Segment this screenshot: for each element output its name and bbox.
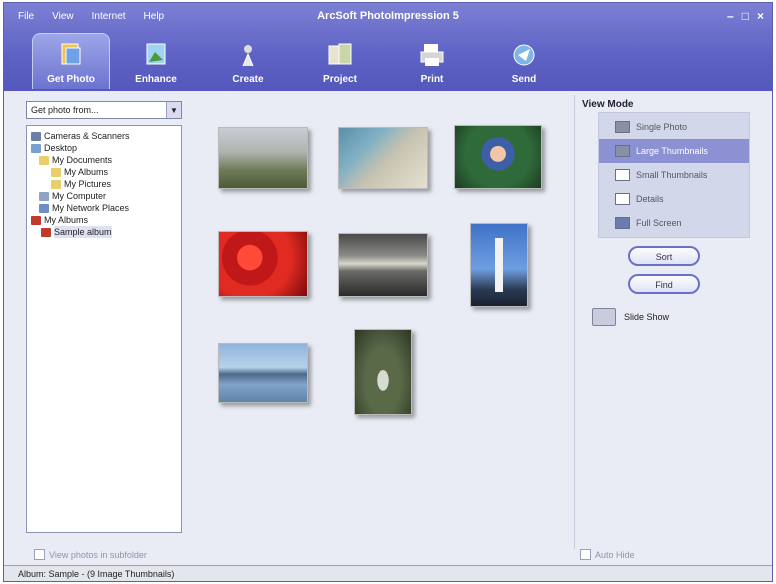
single-photo-icon — [615, 121, 630, 133]
auto-hide-checkbox[interactable] — [580, 549, 591, 560]
sort-button[interactable]: Sort — [628, 246, 700, 266]
subfolder-checkbox[interactable] — [34, 549, 45, 560]
large-thumbnails-icon — [615, 145, 630, 157]
create-button[interactable]: Create — [202, 33, 294, 89]
details-icon — [615, 193, 630, 205]
network-icon — [39, 203, 49, 213]
subfolder-option[interactable]: View photos in subfolder — [34, 549, 147, 560]
view-mode-small-thumbnails[interactable]: Small Thumbnails — [599, 163, 749, 187]
slide-show-label: Slide Show — [624, 312, 670, 322]
tree-item-sample-album[interactable]: Sample album — [29, 226, 179, 238]
thumbnail-grid — [188, 101, 568, 539]
tree-item-my-albums[interactable]: My Albums — [29, 214, 179, 226]
minimize-icon[interactable]: – — [727, 9, 734, 23]
photo-thumbnail[interactable] — [218, 127, 308, 189]
tree-item-desktop[interactable]: Desktop — [29, 142, 179, 154]
tree-item-my-documents[interactable]: My Documents — [29, 154, 179, 166]
print-label: Print — [420, 74, 444, 85]
full-screen-icon — [615, 217, 630, 229]
photo-thumbnail[interactable] — [470, 223, 528, 307]
album-icon — [31, 215, 41, 225]
print-icon — [420, 44, 444, 66]
computer-icon — [39, 191, 49, 201]
title-toolbar-band: File View Internet Help ArcSoft PhotoImp… — [4, 3, 772, 91]
tree-item-cameras[interactable]: Cameras & Scanners — [29, 130, 179, 142]
folder-icon — [51, 167, 61, 177]
view-mode-list: Single Photo Large Thumbnails Small Thum… — [598, 112, 750, 238]
main-toolbar: Get Photo Enhance Create Project Print S… — [32, 33, 570, 89]
photo-thumbnail[interactable] — [218, 343, 308, 403]
slide-show-icon — [592, 308, 616, 326]
tree-item-my-computer[interactable]: My Computer — [29, 190, 179, 202]
view-mode-large-thumbnails[interactable]: Large Thumbnails — [599, 139, 749, 163]
auto-hide-label: Auto Hide — [595, 549, 635, 560]
tree-item-network[interactable]: My Network Places — [29, 202, 179, 214]
view-mode-details[interactable]: Details — [599, 187, 749, 211]
folder-icon — [51, 179, 61, 189]
enhance-label: Enhance — [135, 74, 177, 85]
send-icon — [513, 44, 535, 66]
enhance-icon — [146, 43, 166, 65]
get-photo-label: Get Photo — [47, 74, 95, 85]
create-icon — [242, 45, 254, 67]
get-photo-from-value: Get photo from... — [31, 105, 99, 115]
project-label: Project — [323, 74, 357, 85]
status-bar: Album: Sample - (9 Image Thumbnails) — [4, 565, 772, 581]
photo-thumbnail[interactable] — [354, 329, 412, 415]
app-window: File View Internet Help ArcSoft PhotoImp… — [3, 2, 773, 582]
view-mode-label: Large Thumbnails — [636, 146, 708, 156]
lighthouse-shape — [495, 238, 503, 292]
album-icon — [41, 227, 51, 237]
view-mode-full-screen[interactable]: Full Screen — [599, 211, 749, 235]
view-mode-title: View Mode — [582, 99, 634, 110]
slide-show-button[interactable]: Slide Show — [592, 308, 766, 326]
window-controls: – □ × — [727, 9, 764, 23]
find-button[interactable]: Find — [628, 274, 700, 294]
small-thumbnails-icon — [615, 169, 630, 181]
photo-thumbnail[interactable] — [338, 127, 428, 189]
tree-item-my-albums-docs[interactable]: My Albums — [29, 166, 179, 178]
tree-item-my-pictures[interactable]: My Pictures — [29, 178, 179, 190]
camera-icon — [31, 131, 41, 141]
window-title: ArcSoft PhotoImpression 5 — [317, 10, 459, 22]
print-button[interactable]: Print — [386, 33, 478, 89]
subfolder-label: View photos in subfolder — [49, 549, 147, 560]
source-panel: Get photo from... ▼ Cameras & Scanners D… — [26, 101, 184, 539]
photo-thumbnail[interactable] — [218, 231, 308, 297]
view-mode-label: Single Photo — [636, 122, 688, 132]
view-mode-panel: View Mode Single Photo Large Thumbnails … — [576, 95, 766, 560]
maximize-icon[interactable]: □ — [742, 9, 749, 23]
get-photo-button[interactable]: Get Photo — [32, 33, 110, 89]
desktop-icon — [31, 143, 41, 153]
view-mode-label: Small Thumbnails — [636, 170, 708, 180]
status-text: Album: Sample - (9 Image Thumbnails) — [18, 568, 175, 579]
chevron-down-icon[interactable]: ▼ — [166, 102, 181, 118]
send-label: Send — [511, 74, 537, 85]
panel-divider — [574, 95, 575, 549]
view-mode-single-photo[interactable]: Single Photo — [599, 115, 749, 139]
auto-hide-option[interactable]: Auto Hide — [580, 549, 635, 560]
photo-thumbnail[interactable] — [454, 125, 542, 189]
project-button[interactable]: Project — [294, 33, 386, 89]
photo-thumbnail[interactable] — [338, 233, 428, 297]
view-mode-label: Full Screen — [636, 218, 682, 228]
enhance-button[interactable]: Enhance — [110, 33, 202, 89]
folder-icon — [39, 155, 49, 165]
view-mode-label: Details — [636, 194, 664, 204]
folder-tree[interactable]: Cameras & Scanners Desktop My Documents … — [26, 125, 182, 533]
send-button[interactable]: Send — [478, 33, 570, 89]
create-label: Create — [232, 74, 264, 85]
project-icon — [328, 43, 352, 65]
get-photo-icon — [61, 43, 81, 65]
close-icon[interactable]: × — [757, 9, 764, 23]
get-photo-from-select[interactable]: Get photo from... ▼ — [26, 101, 182, 119]
